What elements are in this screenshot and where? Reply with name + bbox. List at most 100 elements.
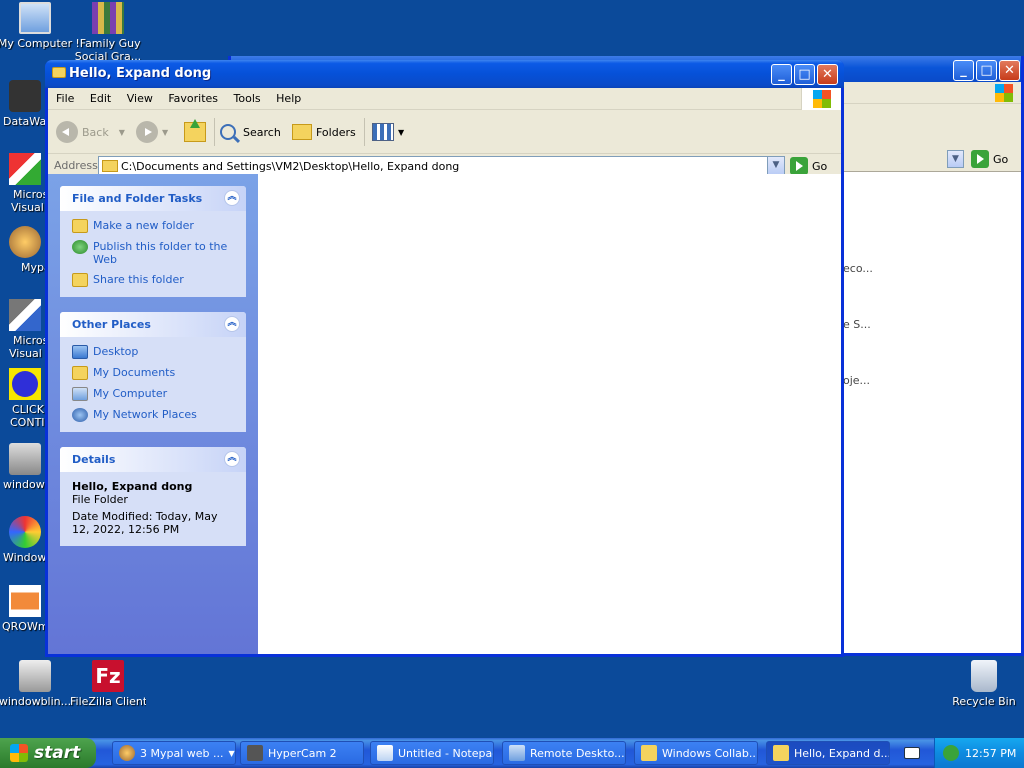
remote-desktop-icon bbox=[509, 745, 525, 761]
taskbar-item-hello-expand[interactable]: Hello, Expand d... bbox=[766, 741, 890, 765]
toolbar-separator bbox=[214, 118, 215, 146]
background-window-text-fragment: oje... bbox=[843, 374, 871, 387]
link-label: Publish this folder to the Web bbox=[93, 240, 228, 266]
explorer-content: File and Folder Tasks ︽ Make a new folde… bbox=[48, 174, 841, 654]
menu-bar: File Edit View Favorites Tools Help bbox=[48, 88, 841, 110]
desktop-icon-family-guy[interactable]: !Family Guy Social Gra... bbox=[70, 2, 146, 63]
desktop-icon-windowb[interactable]: windowb bbox=[0, 443, 50, 491]
back-button[interactable]: Back ▼ bbox=[56, 118, 125, 146]
link-label: Desktop bbox=[93, 345, 139, 358]
close-button[interactable]: ✕ bbox=[817, 64, 838, 85]
address-input[interactable]: C:\Documents and Settings\VM2\Desktop\He… bbox=[98, 156, 785, 176]
hypercam-icon bbox=[247, 745, 263, 761]
start-button[interactable]: start bbox=[0, 738, 96, 768]
background-window-text-fragment: eco... bbox=[843, 262, 873, 275]
link-label: My Documents bbox=[93, 366, 176, 379]
desktop-icon-click-continue[interactable]: CLICK CONTIN bbox=[0, 368, 50, 429]
network-icon[interactable] bbox=[943, 745, 959, 761]
publish-folder-link[interactable]: Publish this folder to the Web bbox=[72, 240, 236, 266]
search-button[interactable]: Search bbox=[220, 118, 281, 146]
desktop-icon-filezilla[interactable]: Fz FileZilla Client bbox=[70, 660, 146, 708]
app-shortcut-icon bbox=[19, 660, 51, 692]
visual-studio-icon bbox=[9, 153, 41, 185]
taskbar-item-hypercam[interactable]: HyperCam 2 bbox=[240, 741, 364, 765]
make-new-folder-link[interactable]: Make a new folder bbox=[72, 219, 236, 233]
keyboard-icon[interactable] bbox=[904, 747, 920, 759]
address-dropdown-button[interactable]: ▼ bbox=[767, 157, 784, 175]
taskbar-item-mypal[interactable]: 3 Mypal web ... ▼ bbox=[112, 741, 236, 765]
collapse-chevron-icon[interactable]: ︽ bbox=[224, 316, 240, 332]
desktop-icon-label: Micros bbox=[13, 188, 49, 201]
go-button[interactable]: Go bbox=[790, 156, 827, 176]
minimize-button[interactable]: _ bbox=[953, 60, 974, 81]
taskbar-item-remote-desktop[interactable]: Remote Deskto... bbox=[502, 741, 626, 765]
taskbar-item-notepad[interactable]: Untitled - Notepad bbox=[370, 741, 494, 765]
desktop-icon-visual-c[interactable]: Micros Visual C bbox=[0, 153, 50, 214]
desktop-icon-mypal[interactable]: Mypa bbox=[0, 226, 50, 274]
desktop-icon-label-line2: Visual C bbox=[11, 201, 50, 214]
folder-icon bbox=[641, 745, 657, 761]
folders-label: Folders bbox=[316, 125, 356, 139]
chevron-down-icon: ▼ bbox=[118, 127, 125, 137]
details-name: Hello, Expand dong bbox=[72, 480, 193, 493]
windows-logo-icon bbox=[813, 90, 831, 108]
menu-favorites[interactable]: Favorites bbox=[162, 88, 224, 110]
my-network-places-link[interactable]: My Network Places bbox=[72, 408, 236, 422]
panel-header[interactable]: Other Places ︽ bbox=[60, 312, 246, 337]
search-icon bbox=[220, 124, 241, 144]
desktop-icon-label: windowblin... bbox=[0, 695, 72, 708]
desktop-icon-label: windowb bbox=[3, 478, 50, 491]
folders-button[interactable]: Folders bbox=[292, 118, 356, 146]
share-folder-link[interactable]: Share this folder bbox=[72, 273, 236, 287]
toolbar-separator bbox=[364, 118, 365, 146]
panel-header[interactable]: Details ︽ bbox=[60, 447, 246, 472]
search-label: Search bbox=[243, 125, 281, 139]
panel-header[interactable]: File and Folder Tasks ︽ bbox=[60, 186, 246, 211]
link-label: My Network Places bbox=[93, 408, 197, 421]
menu-file[interactable]: File bbox=[50, 88, 80, 110]
minimize-button[interactable]: _ bbox=[771, 64, 792, 85]
my-documents-link[interactable]: My Documents bbox=[72, 366, 236, 380]
up-button[interactable] bbox=[184, 118, 206, 146]
menu-view[interactable]: View bbox=[121, 88, 159, 110]
explorer-window[interactable]: Hello, Expand dong _ □ ✕ File Edit View … bbox=[45, 60, 844, 657]
menu-tools[interactable]: Tools bbox=[228, 88, 267, 110]
chevron-down-icon: ▼ bbox=[398, 127, 405, 137]
other-places-panel: Other Places ︽ Desktop My Documents My C… bbox=[60, 312, 246, 432]
desktop-icon-recycle-bin[interactable]: Recycle Bin bbox=[946, 660, 1022, 708]
file-list-area[interactable] bbox=[258, 174, 841, 654]
details-modified: Date Modified: Today, May 12, 2022, 12:5… bbox=[72, 510, 218, 536]
views-button[interactable]: ▼ bbox=[372, 118, 404, 146]
maximize-button[interactable]: □ bbox=[976, 60, 997, 81]
start-label: start bbox=[34, 743, 81, 763]
collapse-chevron-icon[interactable]: ︽ bbox=[224, 190, 240, 206]
desktop-icon-label-line2: Visual B bbox=[9, 347, 50, 360]
taskbar: start 3 Mypal web ... ▼ HyperCam 2 Untit… bbox=[0, 738, 1024, 768]
close-button[interactable]: ✕ bbox=[999, 60, 1020, 81]
chevron-down-icon: ▼ bbox=[228, 748, 235, 758]
desktop-link[interactable]: Desktop bbox=[72, 345, 236, 359]
desktop-icon-windowblinds[interactable]: windowblin... bbox=[0, 660, 73, 708]
collapse-chevron-icon[interactable]: ︽ bbox=[224, 451, 240, 467]
desktop-icon-datawa[interactable]: DataWa bbox=[0, 80, 50, 128]
link-label: My Computer bbox=[93, 387, 168, 400]
menu-help[interactable]: Help bbox=[270, 88, 307, 110]
address-dropdown-button[interactable]: ▼ bbox=[947, 150, 964, 168]
toolbar: Back ▼ ▼ Search Folders ▼ bbox=[48, 110, 841, 154]
link-label: Share this folder bbox=[93, 273, 184, 286]
maximize-button[interactable]: □ bbox=[794, 64, 815, 85]
menu-edit[interactable]: Edit bbox=[84, 88, 117, 110]
forward-button[interactable]: ▼ bbox=[136, 118, 168, 146]
my-computer-icon bbox=[19, 2, 51, 34]
go-button[interactable]: Go bbox=[971, 150, 1008, 168]
my-computer-link[interactable]: My Computer bbox=[72, 387, 236, 401]
window-titlebar[interactable]: Hello, Expand dong _ □ ✕ bbox=[45, 60, 844, 88]
desktop-icon-visual-b[interactable]: Micros Visual B bbox=[0, 299, 50, 360]
taskbar-item-label: 3 Mypal web ... bbox=[140, 746, 224, 760]
desktop-icon-my-computer[interactable]: My Computer bbox=[0, 2, 73, 50]
desktop-icon-qrowm[interactable]: QROWm' bbox=[0, 585, 50, 633]
taskbar-item-windows-collab[interactable]: Windows Collab... bbox=[634, 741, 758, 765]
desktop-icon-label: CLICK bbox=[12, 403, 44, 416]
desktop-icon-window-paint[interactable]: Window bbox=[0, 516, 50, 564]
clock[interactable]: 12:57 PM bbox=[965, 747, 1016, 760]
